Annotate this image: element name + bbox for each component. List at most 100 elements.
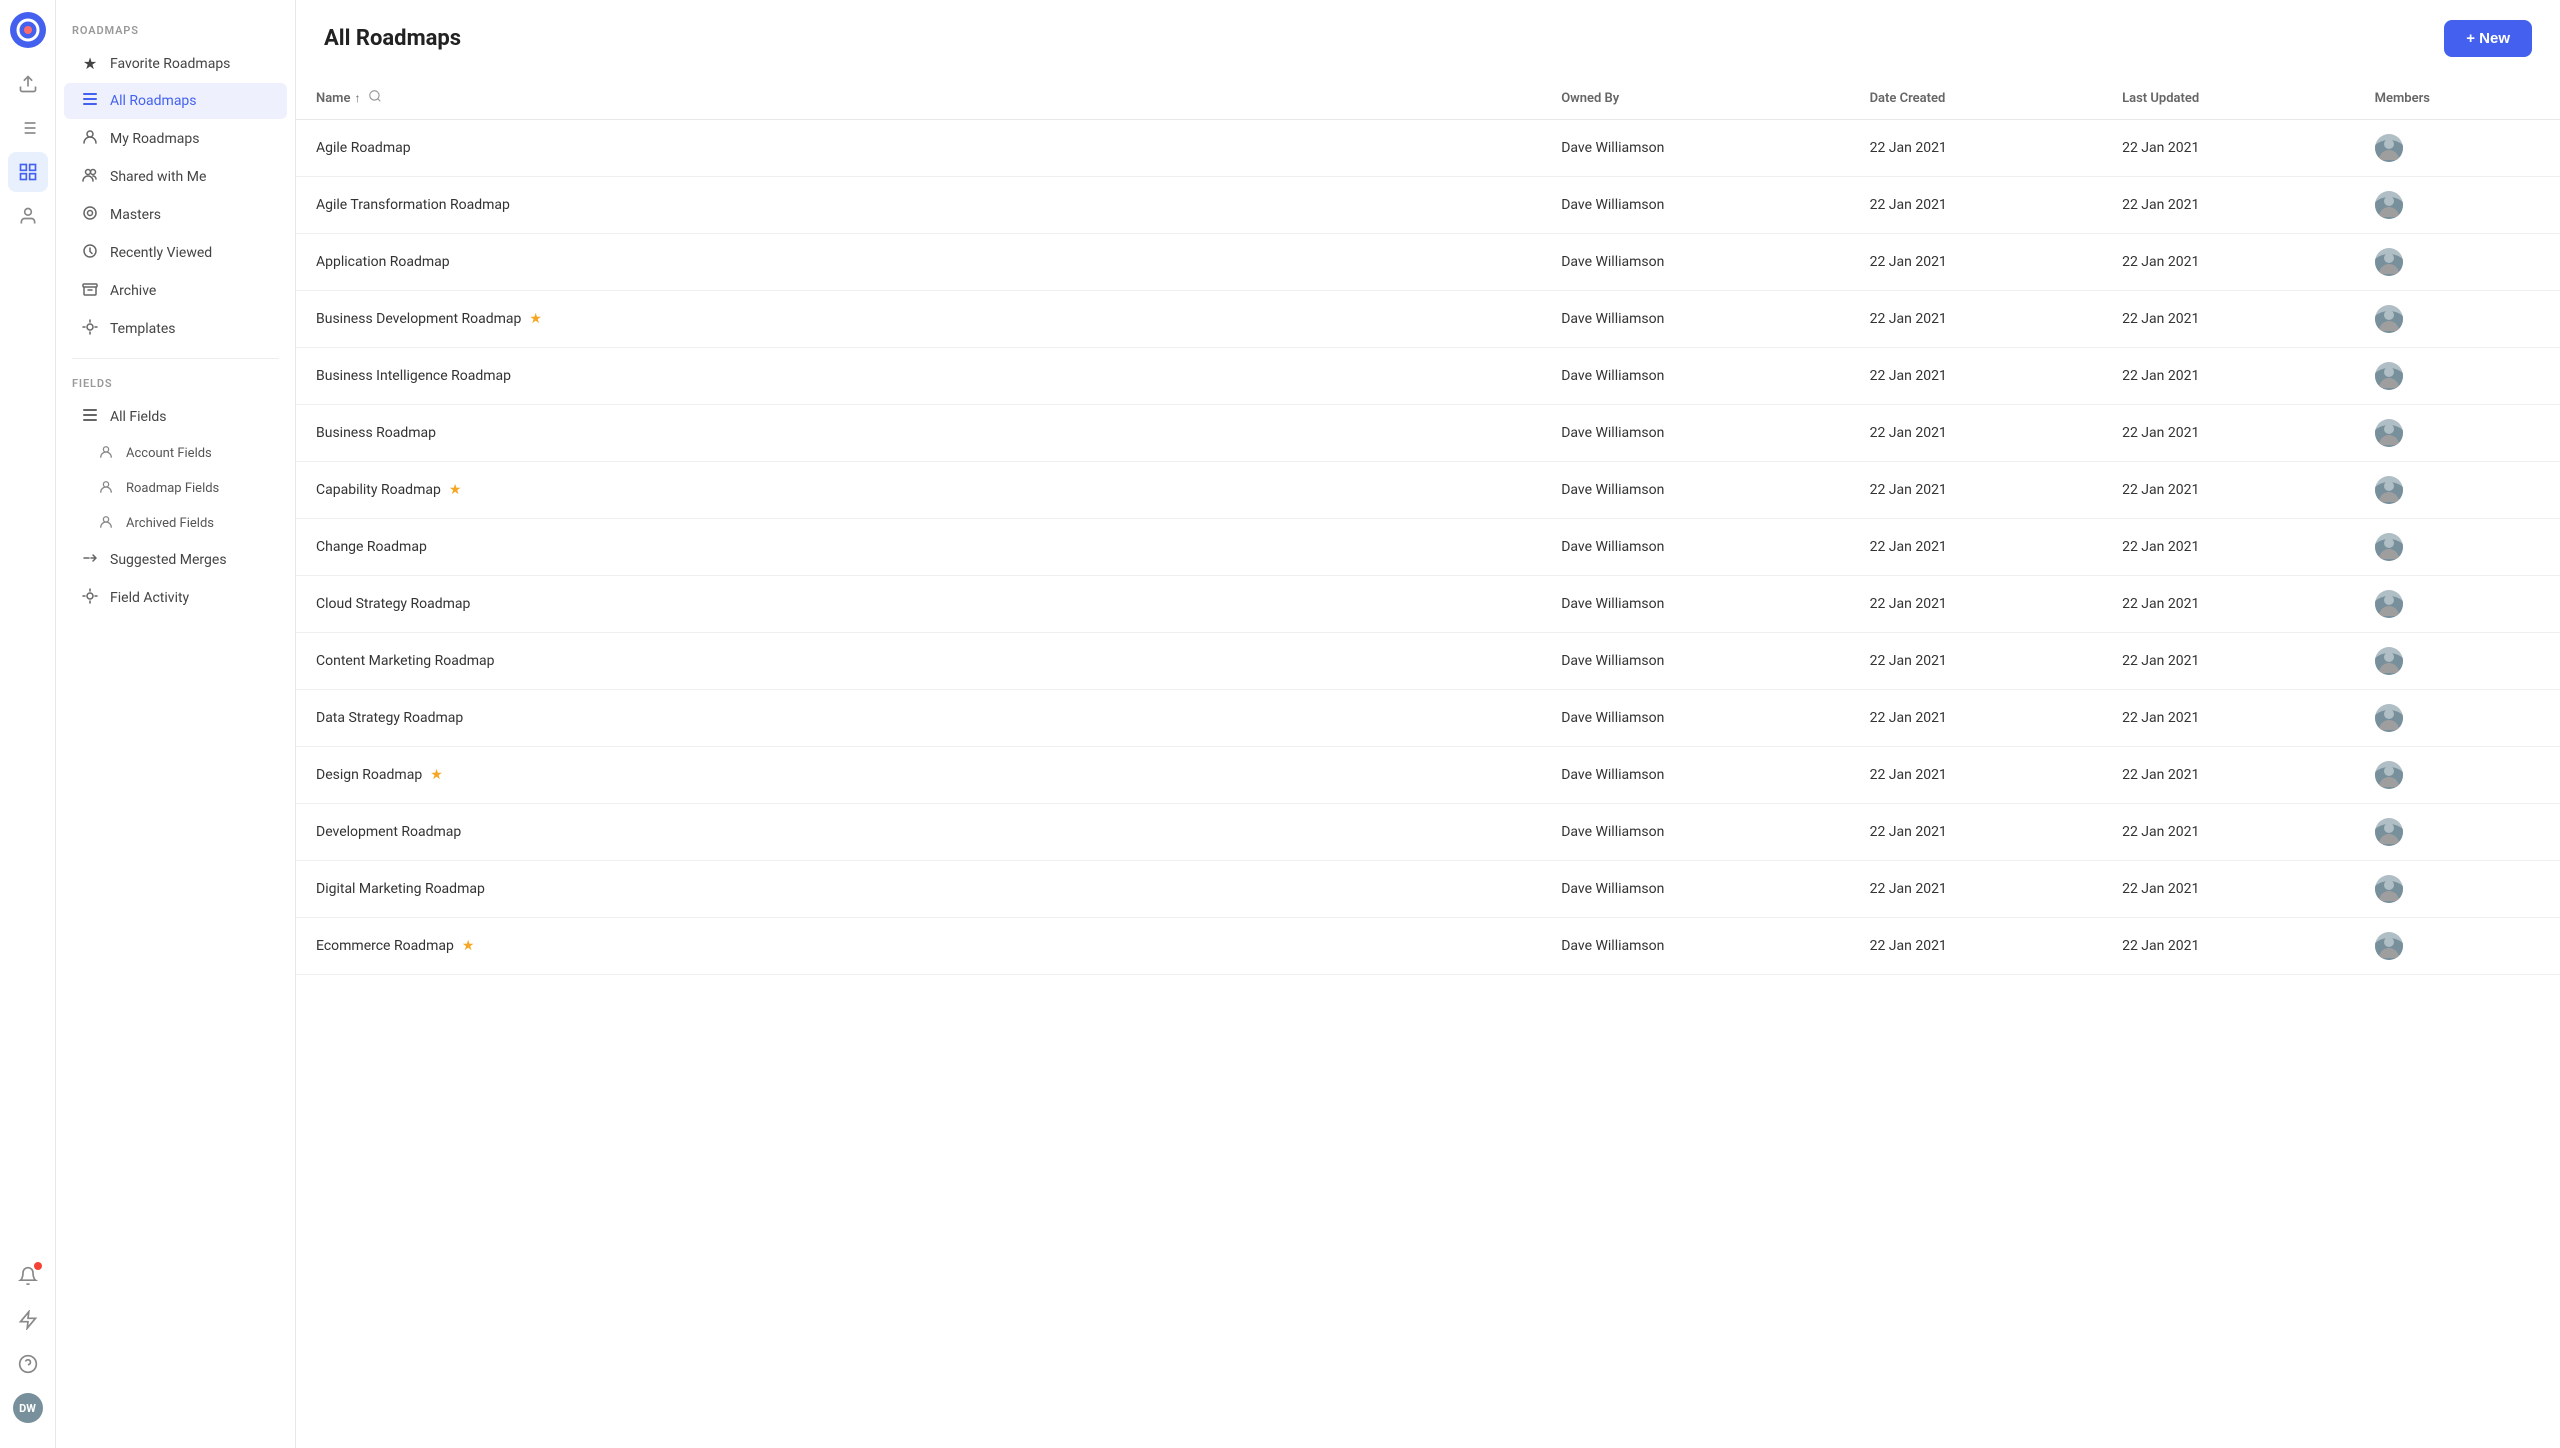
table-row[interactable]: Development RoadmapDave Williamson22 Jan…: [296, 804, 2560, 861]
last-updated-cell: 22 Jan 2021: [2102, 804, 2355, 861]
help-icon[interactable]: [8, 1344, 48, 1384]
member-avatar: [2375, 191, 2403, 219]
sidebar-item-favorite-roadmaps[interactable]: ★ Favorite Roadmaps: [64, 46, 287, 81]
table-row[interactable]: Capability Roadmap★Dave Williamson22 Jan…: [296, 462, 2560, 519]
favorite-star-icon[interactable]: ★: [462, 938, 475, 954]
table-row[interactable]: Application RoadmapDave Williamson22 Jan…: [296, 234, 2560, 291]
contact-icon[interactable]: [8, 196, 48, 236]
sidebar-item-label: My Roadmaps: [110, 131, 199, 147]
members-cell: [2355, 918, 2560, 975]
roadmap-name: Content Marketing Roadmap: [316, 653, 495, 669]
member-avatar: [2375, 419, 2403, 447]
upload-icon[interactable]: [8, 64, 48, 104]
merge-icon: [80, 550, 100, 570]
sidebar-item-my-roadmaps[interactable]: My Roadmaps: [64, 121, 287, 157]
table-row[interactable]: Content Marketing RoadmapDave Williamson…: [296, 633, 2560, 690]
sidebar-item-archive[interactable]: Archive: [64, 273, 287, 309]
table-row[interactable]: Data Strategy RoadmapDave Williamson22 J…: [296, 690, 2560, 747]
owner-cell: Dave Williamson: [1541, 405, 1849, 462]
table-row[interactable]: Digital Marketing RoadmapDave Williamson…: [296, 861, 2560, 918]
roadmap-name: Business Roadmap: [316, 425, 436, 441]
member-avatar: [2375, 761, 2403, 789]
roadmap-icon[interactable]: [8, 152, 48, 192]
sidebar-item-label: Shared with Me: [110, 169, 206, 185]
sort-ascending-icon[interactable]: ↑: [354, 91, 360, 105]
table-row[interactable]: Business Development Roadmap ★ Dave Willia…: [296, 291, 2560, 348]
new-button[interactable]: + New: [2444, 20, 2532, 57]
notification-icon[interactable]: [8, 1256, 48, 1296]
date-created-cell: 22 Jan 2021: [1850, 918, 2103, 975]
last-updated-cell: 22 Jan 2021: [2102, 861, 2355, 918]
sidebar-item-label: Roadmap Fields: [126, 481, 219, 496]
owner-cell: Dave Williamson: [1541, 120, 1849, 177]
favorite-star-icon[interactable]: ★: [449, 482, 462, 498]
table-row[interactable]: Cloud Strategy RoadmapDave Williamson22 …: [296, 576, 2560, 633]
search-icon[interactable]: [368, 89, 382, 107]
last-updated-cell: 22 Jan 2021: [2102, 519, 2355, 576]
sidebar-item-templates[interactable]: Templates: [64, 311, 287, 347]
name-cell: Digital Marketing Roadmap: [296, 861, 1541, 918]
members-cell: [2355, 576, 2560, 633]
member-avatar: [2375, 134, 2403, 162]
roadmap-field-icon: [96, 479, 116, 498]
members-cell: [2355, 462, 2560, 519]
favorite-star-icon[interactable]: ★: [430, 767, 443, 783]
list-icon[interactable]: [8, 108, 48, 148]
roadmaps-table: Name ↑ Owned By Date Created Last Update…: [296, 77, 2560, 975]
star-icon: ★: [80, 54, 100, 73]
date-created-cell: 22 Jan 2021: [1850, 291, 2103, 348]
name-cell: Design Roadmap★: [296, 747, 1541, 804]
sidebar-item-recently-viewed[interactable]: Recently Viewed: [64, 235, 287, 271]
members-cell: [2355, 861, 2560, 918]
lightning-icon[interactable]: [8, 1300, 48, 1340]
sidebar-item-all-fields[interactable]: All Fields: [64, 399, 287, 435]
roadmap-name: Agile Transformation Roadmap: [316, 197, 510, 213]
members-cell: [2355, 690, 2560, 747]
sidebar-item-account-fields[interactable]: Account Fields: [64, 437, 287, 470]
sidebar-item-suggested-merges[interactable]: Suggested Merges: [64, 542, 287, 578]
name-cell: Ecommerce Roadmap★: [296, 918, 1541, 975]
table-row[interactable]: Ecommerce Roadmap★Dave Williamson22 Jan …: [296, 918, 2560, 975]
sidebar-item-all-roadmaps[interactable]: All Roadmaps: [64, 83, 287, 119]
members-cell: [2355, 234, 2560, 291]
roadmap-name: Business Development Roadmap: [316, 311, 521, 327]
table-row[interactable]: Change RoadmapDave Williamson22 Jan 2021…: [296, 519, 2560, 576]
user-avatar[interactable]: DW: [8, 1388, 48, 1428]
table-row[interactable]: Business Intelligence RoadmapDave Willia…: [296, 348, 2560, 405]
roadmap-name: Cloud Strategy Roadmap: [316, 596, 470, 612]
owner-cell: Dave Williamson: [1541, 291, 1849, 348]
sidebar-item-masters[interactable]: Masters: [64, 197, 287, 233]
members-cell: [2355, 291, 2560, 348]
table-row[interactable]: Agile Transformation RoadmapDave William…: [296, 177, 2560, 234]
sidebar-item-archived-fields[interactable]: Archived Fields: [64, 507, 287, 540]
sidebar-item-label: Field Activity: [110, 590, 189, 606]
date-created-cell: 22 Jan 2021: [1850, 120, 2103, 177]
table-row[interactable]: Design Roadmap★Dave Williamson22 Jan 202…: [296, 747, 2560, 804]
date-created-cell: 22 Jan 2021: [1850, 633, 2103, 690]
col-members: Members: [2355, 77, 2560, 120]
members-cell: [2355, 120, 2560, 177]
sidebar-item-field-activity[interactable]: Field Activity: [64, 580, 287, 616]
name-cell: Application Roadmap: [296, 234, 1541, 291]
last-updated-cell: 22 Jan 2021: [2102, 234, 2355, 291]
col-name: Name ↑: [296, 77, 1541, 120]
sidebar-item-shared-with-me[interactable]: Shared with Me: [64, 159, 287, 195]
sidebar-item-label: Archive: [110, 283, 156, 299]
page-title: All Roadmaps: [324, 26, 461, 51]
name-cell: Capability Roadmap★: [296, 462, 1541, 519]
name-cell: Change Roadmap: [296, 519, 1541, 576]
table-row[interactable]: Agile RoadmapDave Williamson22 Jan 20212…: [296, 120, 2560, 177]
activity-icon: [80, 588, 100, 608]
sidebar-item-roadmap-fields[interactable]: Roadmap Fields: [64, 472, 287, 505]
sidebar-divider: [72, 358, 279, 359]
col-last-updated: Last Updated: [2102, 77, 2355, 120]
name-cell: Cloud Strategy Roadmap: [296, 576, 1541, 633]
table-row[interactable]: Business RoadmapDave Williamson22 Jan 20…: [296, 405, 2560, 462]
name-cell: Agile Roadmap: [296, 120, 1541, 177]
last-updated-cell: 22 Jan 2021: [2102, 576, 2355, 633]
favorite-star-icon[interactable]: ★: [529, 311, 542, 327]
col-owned-by: Owned By: [1541, 77, 1849, 120]
members-cell: [2355, 405, 2560, 462]
owner-cell: Dave Williamson: [1541, 861, 1849, 918]
roadmaps-table-container: Name ↑ Owned By Date Created Last Update…: [296, 77, 2560, 1448]
